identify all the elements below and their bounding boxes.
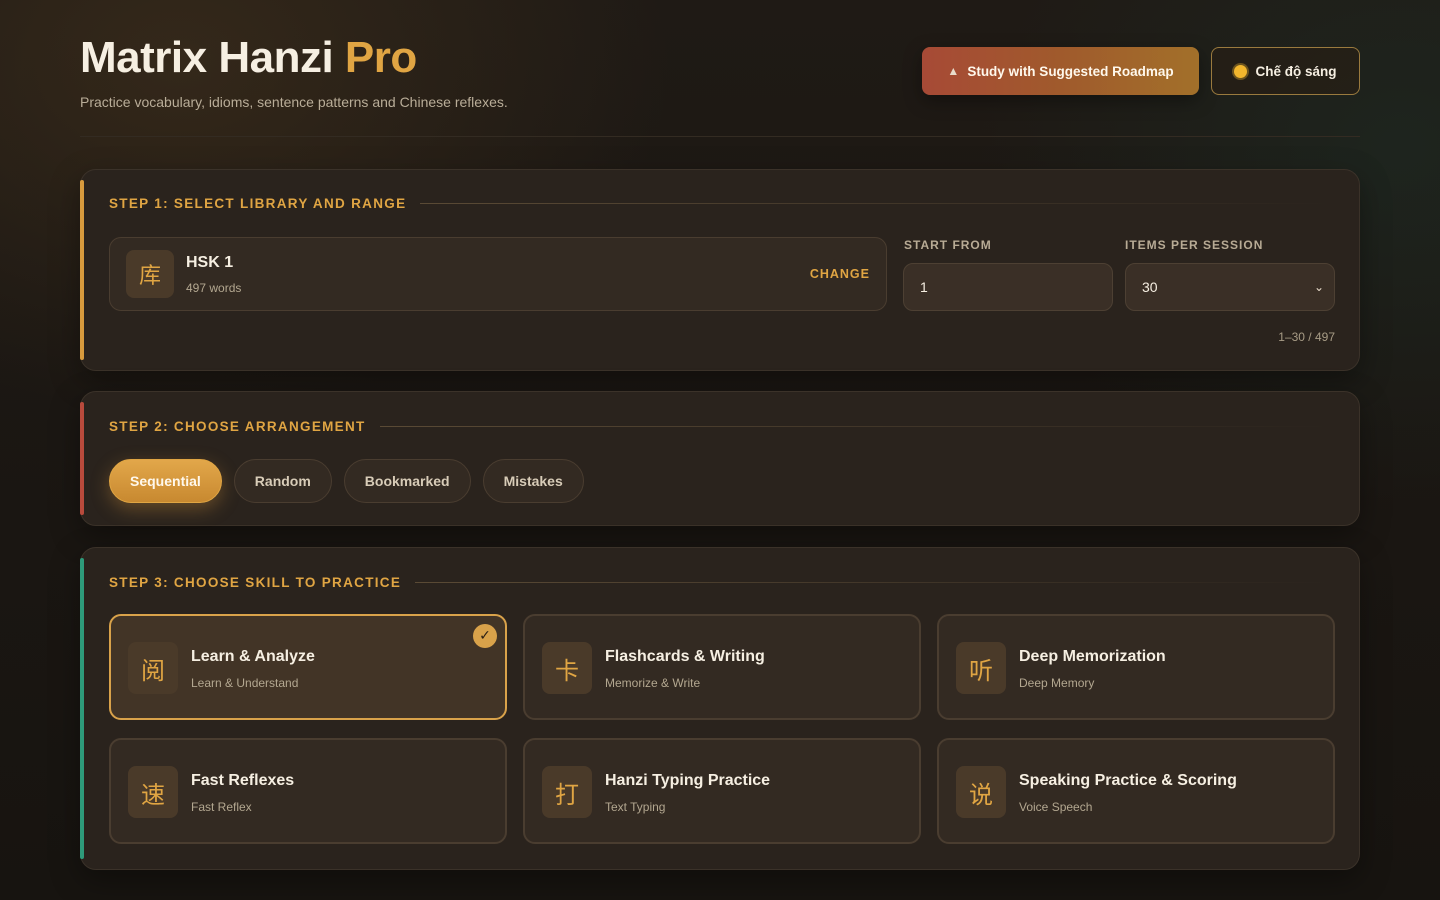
app-title-accent: Pro — [344, 33, 417, 82]
skill-subtitle: Text Typing — [605, 800, 666, 814]
items-per-session-select[interactable]: 30 ⌄ — [1125, 263, 1335, 311]
skill-name: Learn & Analyze — [191, 648, 315, 665]
change-library-button[interactable]: CHANGE — [810, 267, 870, 281]
items-per-session-label: ITEMS PER SESSION — [1125, 238, 1264, 252]
skill-card-flashcards-writing[interactable]: 卡 Flashcards & Writing Memorize & Write — [523, 614, 921, 720]
skill-icon: 听 — [956, 642, 1006, 694]
library-selector[interactable]: 库 HSK 1 497 words CHANGE — [109, 237, 887, 311]
skill-name: Speaking Practice & Scoring — [1019, 772, 1237, 789]
skill-card-learn-analyze[interactable]: 阅 Learn & Analyze Learn & Understand ✓ — [109, 614, 507, 720]
graduation-cap-icon: ▲ — [947, 64, 960, 78]
app-title-main: Matrix Hanzi — [80, 33, 334, 82]
skill-subtitle: Fast Reflex — [191, 800, 252, 814]
check-icon: ✓ — [473, 624, 497, 648]
step2-title: STEP 2: CHOOSE ARRANGEMENT — [109, 419, 366, 434]
library-word-count: 497 words — [186, 281, 242, 295]
sun-icon — [1234, 64, 1248, 78]
arrangement-random-button[interactable]: Random — [233, 459, 332, 503]
step2-card: STEP 2: CHOOSE ARRANGEMENT Sequential Ra… — [80, 391, 1360, 526]
start-from-value: 1 — [920, 279, 928, 295]
step3-title: STEP 3: CHOOSE SKILL TO PRACTICE — [109, 575, 402, 590]
skill-icon: 说 — [956, 766, 1006, 818]
header-divider — [80, 136, 1360, 137]
skill-icon: 打 — [542, 766, 592, 818]
skill-icon: 速 — [128, 766, 178, 818]
library-icon: 库 — [126, 250, 174, 298]
skill-name: Fast Reflexes — [191, 772, 295, 789]
skill-subtitle: Voice Speech — [1019, 800, 1093, 814]
skill-name: Flashcards & Writing — [605, 648, 765, 665]
skill-card-deep-memorization[interactable]: 听 Deep Memorization Deep Memory — [937, 614, 1335, 720]
range-summary: 1–30 / 497 — [1278, 330, 1335, 344]
header-actions: ▲ Study with Suggested Roadmap Chế độ sá… — [922, 47, 1360, 95]
library-name: HSK 1 — [186, 254, 234, 271]
arrangement-bookmarked-button[interactable]: Bookmarked — [343, 459, 471, 503]
chevron-down-icon: ⌄ — [1313, 280, 1324, 294]
step3-card: STEP 3: CHOOSE SKILL TO PRACTICE 阅 Learn… — [80, 547, 1360, 870]
step1-title: STEP 1: SELECT LIBRARY AND RANGE — [109, 196, 407, 211]
skill-subtitle: Deep Memory — [1019, 676, 1095, 690]
step2-divider — [379, 426, 1331, 427]
step3-divider — [415, 582, 1331, 583]
theme-toggle-button[interactable]: Chế độ sáng — [1211, 47, 1360, 95]
skill-card-hanzi-typing[interactable]: 打 Hanzi Typing Practice Text Typing — [523, 738, 921, 844]
skill-icon: 阅 — [128, 642, 178, 694]
step2-header: STEP 2: CHOOSE ARRANGEMENT — [109, 419, 1331, 434]
arrangement-mistakes-button[interactable]: Mistakes — [482, 459, 584, 503]
roadmap-button-label: Study with Suggested Roadmap — [967, 63, 1174, 79]
step3-header: STEP 3: CHOOSE SKILL TO PRACTICE — [109, 575, 1331, 590]
start-from-input[interactable]: 1 — [903, 263, 1113, 311]
skill-subtitle: Learn & Understand — [191, 676, 299, 690]
step1-divider — [420, 203, 1331, 204]
start-from-label: START FROM — [904, 238, 992, 252]
skill-grid: 阅 Learn & Analyze Learn & Understand ✓ 卡… — [109, 614, 1335, 844]
arrangement-sequential-button[interactable]: Sequential — [109, 459, 222, 503]
skill-card-speaking-practice[interactable]: 说 Speaking Practice & Scoring Voice Spee… — [937, 738, 1335, 844]
page-header: Matrix Hanzi Pro Practice vocabulary, id… — [80, 32, 1360, 137]
roadmap-button[interactable]: ▲ Study with Suggested Roadmap — [922, 47, 1199, 95]
skill-card-fast-reflexes[interactable]: 速 Fast Reflexes Fast Reflex — [109, 738, 507, 844]
skill-icon: 卡 — [542, 642, 592, 694]
skill-subtitle: Memorize & Write — [605, 676, 701, 690]
items-per-session-value: 30 — [1142, 279, 1158, 295]
skill-name: Deep Memorization — [1019, 648, 1166, 665]
step1-card: STEP 1: SELECT LIBRARY AND RANGE 库 HSK 1… — [80, 169, 1360, 371]
arrangement-options: Sequential Random Bookmarked Mistakes — [109, 459, 584, 503]
app-subtitle: Practice vocabulary, idioms, sentence pa… — [80, 94, 508, 110]
skill-name: Hanzi Typing Practice — [605, 772, 771, 789]
theme-toggle-label: Chế độ sáng — [1255, 63, 1337, 79]
step1-header: STEP 1: SELECT LIBRARY AND RANGE — [109, 196, 1331, 211]
